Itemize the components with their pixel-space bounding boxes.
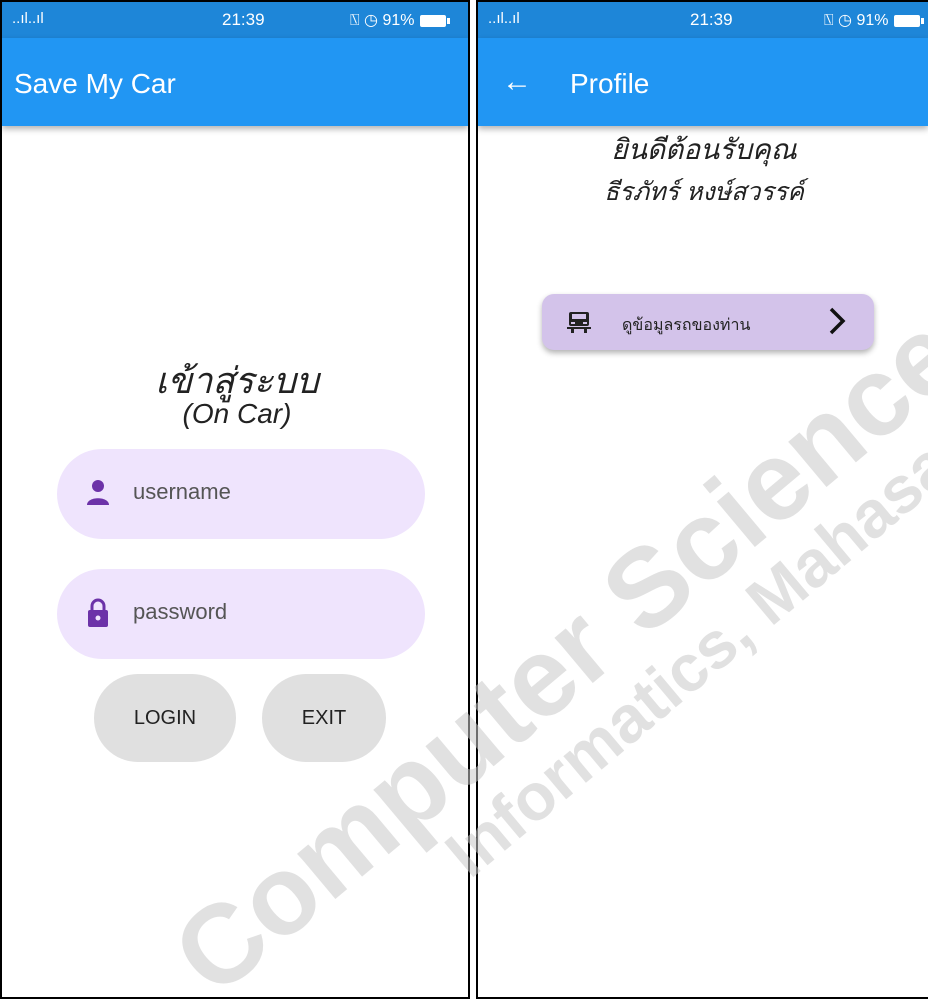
back-arrow-icon[interactable]: ← — [502, 67, 532, 97]
username-field[interactable]: username — [57, 449, 425, 539]
password-field[interactable]: password — [57, 569, 425, 659]
exit-button[interactable]: EXIT — [262, 674, 386, 762]
view-car-info-button[interactable]: ดูข้อมูลรถของท่าน — [542, 294, 874, 350]
status-bar: ..ıl..ıl 21:39 ⍂ ◷ 91% — [2, 2, 468, 38]
app-title: Save My Car — [14, 68, 176, 99]
car-icon — [567, 312, 591, 333]
login-subheading: (On Car) — [182, 398, 292, 429]
lock-icon — [88, 598, 108, 627]
signal-icon: ..ıl..ıl — [12, 10, 44, 27]
welcome-text: ยินดีต้อนรับคุณ — [611, 134, 797, 165]
user-name: ธีรภัทร์ หงษ์สวรรค์ — [603, 178, 805, 206]
person-icon — [87, 480, 109, 505]
app-bar: Save My Car — [2, 38, 468, 126]
profile-screen: ..ıl..ıl 21:39 ⍂ ◷ 91% ← Profile ยินดีต้… — [476, 0, 928, 999]
status-right: ⍂ ◷ 91% — [824, 10, 925, 30]
battery-icon — [420, 14, 451, 27]
password-placeholder: password — [133, 599, 228, 624]
app-bar: ← Profile — [478, 38, 928, 126]
status-bar: ..ıl..ıl 21:39 ⍂ ◷ 91% — [478, 2, 928, 38]
chevron-right-icon — [829, 307, 846, 335]
status-time: 21:39 — [222, 10, 265, 29]
login-button[interactable]: LOGIN — [94, 674, 236, 762]
status-right: ⍂ ◷ 91% — [350, 10, 451, 30]
card-label: ดูข้อมูลรถของท่าน — [622, 317, 751, 334]
login-screen: ..ıl..ıl 21:39 ⍂ ◷ 91% Save My Car เข้าส… — [0, 0, 470, 999]
username-placeholder: username — [133, 479, 231, 504]
app-title: Profile — [570, 68, 650, 99]
signal-icon: ..ıl..ıl — [488, 10, 520, 27]
status-time: 21:39 — [690, 10, 733, 29]
battery-icon — [894, 14, 925, 27]
